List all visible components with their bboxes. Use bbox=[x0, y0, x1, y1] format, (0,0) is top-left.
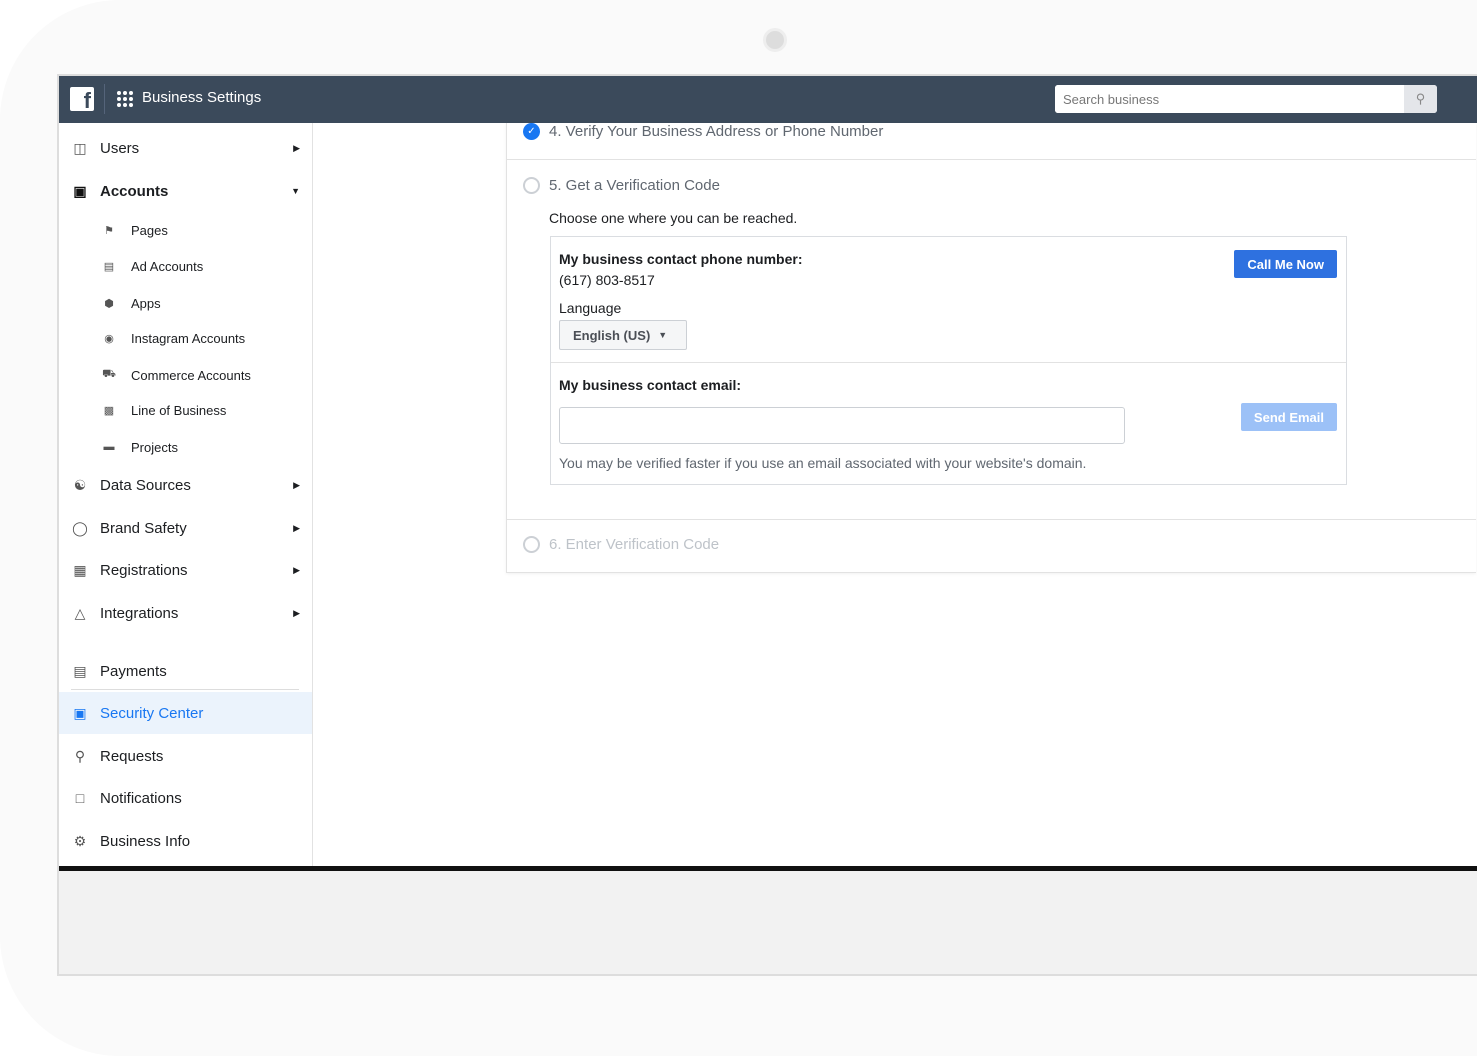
users-icon: ◫ bbox=[73, 139, 87, 156]
top-bar: f Business Settings ⚲ bbox=[59, 76, 1477, 123]
sidebar-item-brand-safety[interactable]: ◯ Brand Safety ▶ bbox=[59, 507, 312, 549]
sidebar-item-line-of-business[interactable]: ▩ Line of Business bbox=[59, 389, 312, 431]
caret-down-icon: ▼ bbox=[658, 330, 668, 340]
send-email-button[interactable]: Send Email bbox=[1240, 403, 1337, 431]
sidebar-item-instagram-accounts[interactable]: ◉ Instagram Accounts bbox=[59, 317, 312, 359]
sidebar-item-requests[interactable]: ⚲ Requests bbox=[59, 735, 312, 777]
caret-right-icon: ▶ bbox=[293, 142, 300, 153]
facebook-logo-icon[interactable]: f bbox=[70, 87, 94, 113]
caret-down-icon: ▼ bbox=[291, 186, 300, 196]
instagram-icon: ◉ bbox=[104, 332, 114, 345]
sidebar-item-registrations[interactable]: ▦ Registrations ▶ bbox=[59, 549, 312, 591]
key-icon: ⚲ bbox=[74, 747, 86, 764]
sidebar-item-label: Requests bbox=[100, 747, 164, 765]
sidebar-item-security-center[interactable]: ▣ Security Center bbox=[59, 692, 312, 734]
email-label: My business contact email: bbox=[559, 377, 742, 393]
step-5: 5. Get a Verification Code bbox=[523, 177, 720, 194]
sidebar-item-label: Accounts bbox=[100, 182, 169, 200]
step-title: 5. Get a Verification Code bbox=[549, 177, 720, 194]
cart-icon: ⛟ bbox=[102, 368, 116, 380]
search-icon[interactable]: ⚲ bbox=[1404, 85, 1437, 113]
sidebar-item-notifications[interactable]: □ Notifications bbox=[59, 777, 312, 819]
sidebar-item-accounts[interactable]: ▣ Accounts ▼ bbox=[59, 170, 312, 212]
check-icon: ✓ bbox=[523, 123, 540, 140]
step-title: 6. Enter Verification Code bbox=[549, 536, 720, 553]
phone-label: My business contact phone number: bbox=[559, 251, 803, 267]
step-4: ✓ 4. Verify Your Business Address or Phon… bbox=[523, 123, 883, 140]
call-me-now-button[interactable]: Call Me Now bbox=[1234, 250, 1337, 278]
sidebar-item-ad-accounts[interactable]: ▤ Ad Accounts bbox=[59, 245, 312, 287]
sidebar-item-payments[interactable]: ▤ Payments bbox=[59, 650, 312, 692]
verification-card: ✓ 4. Verify Your Business Address or Phon… bbox=[506, 123, 1476, 573]
folder-icon: ▬ bbox=[103, 441, 115, 453]
search-box: ⚲ bbox=[1055, 85, 1437, 113]
caret-right-icon: ▶ bbox=[293, 522, 300, 533]
sidebar-item-business-info[interactable]: ⚙ Business Info bbox=[59, 820, 312, 862]
radio-icon bbox=[523, 536, 540, 553]
step-6: 6. Enter Verification Code bbox=[523, 536, 719, 553]
archive-icon: ▣ bbox=[73, 182, 87, 199]
sidebar-item-label: Line of Business bbox=[131, 402, 227, 418]
sidebar-item-label: Instagram Accounts bbox=[131, 330, 246, 346]
step-hint: Choose one where you can be reached. bbox=[549, 210, 798, 226]
sidebar-item-data-sources[interactable]: ☯ Data Sources ▶ bbox=[59, 464, 312, 506]
cube-icon: ⬢ bbox=[104, 297, 114, 310]
integrations-icon: △ bbox=[74, 604, 86, 621]
sidebar-item-label: Brand Safety bbox=[100, 519, 187, 537]
shield-icon: ◯ bbox=[72, 519, 88, 536]
lock-icon: ▣ bbox=[73, 704, 87, 721]
radio-icon bbox=[523, 177, 540, 194]
sidebar-item-label: Users bbox=[100, 139, 140, 157]
sidebar-item-integrations[interactable]: △ Integrations ▶ bbox=[59, 592, 312, 634]
bank-icon: ▤ bbox=[73, 662, 87, 679]
sidebar-item-label: Ad Accounts bbox=[131, 258, 204, 274]
sidebar: ◫ Users ▶ ▣ Accounts ▼ ⚑ Pages ▤ Ad Accounts ⬢… bbox=[59, 123, 313, 868]
flag-icon: ⚑ bbox=[104, 224, 114, 237]
divider bbox=[104, 84, 105, 114]
briefcase-icon: ▩ bbox=[103, 404, 115, 417]
email-input[interactable] bbox=[559, 407, 1125, 444]
sidebar-item-label: Security Center bbox=[100, 704, 204, 722]
caret-right-icon: ▶ bbox=[293, 607, 300, 618]
sidebar-item-label: Commerce Accounts bbox=[131, 367, 251, 383]
language-select[interactable]: English (US) ▼ bbox=[559, 320, 687, 350]
sidebar-item-label: Data Sources bbox=[100, 476, 191, 494]
data-sources-icon: ☯ bbox=[73, 476, 87, 493]
sidebar-item-label: Projects bbox=[131, 439, 178, 455]
sidebar-item-label: Payments bbox=[100, 662, 167, 680]
sidebar-item-users[interactable]: ◫ Users ▶ bbox=[59, 127, 312, 169]
sidebar-item-label: Business Info bbox=[100, 832, 191, 850]
gray-area bbox=[59, 871, 1477, 974]
sidebar-item-label: Apps bbox=[131, 295, 161, 311]
notification-icon: □ bbox=[75, 790, 85, 806]
language-label: Language bbox=[559, 300, 622, 316]
language-value: English (US) bbox=[573, 327, 651, 343]
app-grid-icon[interactable] bbox=[117, 91, 133, 107]
sidebar-item-label: Registrations bbox=[100, 561, 188, 579]
divider bbox=[551, 362, 1346, 363]
step-title: 4. Verify Your Business Address or Phone… bbox=[549, 123, 884, 140]
sidebar-item-label: Pages bbox=[131, 222, 168, 238]
contact-options-box: My business contact phone number: (617) … bbox=[550, 236, 1347, 485]
divider bbox=[507, 519, 1476, 520]
email-hint: You may be verified faster if you use an… bbox=[559, 455, 1087, 471]
camera-icon bbox=[763, 28, 787, 52]
gear-icon: ⚙ bbox=[73, 832, 87, 849]
clipboard-icon: ▦ bbox=[73, 561, 87, 578]
app-window: f Business Settings ⚲ ◫ Users ▶ ▣ Accounts ▼… bbox=[57, 74, 1477, 976]
divider bbox=[507, 159, 1476, 160]
sidebar-item-label: Notifications bbox=[100, 789, 182, 807]
ad-account-icon: ▤ bbox=[103, 260, 115, 273]
sidebar-item-projects[interactable]: ▬ Projects bbox=[59, 426, 312, 468]
caret-right-icon: ▶ bbox=[293, 564, 300, 575]
sidebar-item-label: Integrations bbox=[100, 604, 179, 622]
search-input[interactable] bbox=[1055, 85, 1404, 113]
phone-value: (617) 803-8517 bbox=[559, 272, 655, 288]
page-title: Business Settings bbox=[142, 89, 262, 106]
caret-right-icon: ▶ bbox=[293, 479, 300, 490]
